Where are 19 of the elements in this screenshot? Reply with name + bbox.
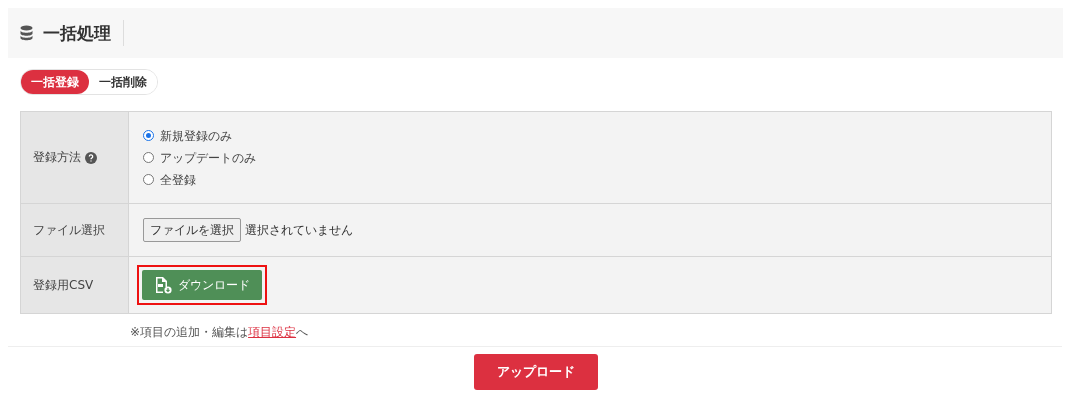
file-choose-button[interactable]: ファイルを選択 — [143, 218, 241, 242]
radio-button[interactable] — [143, 174, 154, 185]
radio-label: アップデートのみ — [160, 149, 256, 167]
database-icon — [20, 25, 33, 41]
upload-button[interactable]: アップロード — [473, 354, 598, 390]
csv-file-icon — [154, 276, 172, 294]
file-status: 選択されていません — [245, 221, 353, 239]
download-button[interactable]: ダウンロード — [142, 270, 262, 300]
radio-label: 全登録 — [160, 171, 196, 189]
radio-label: 新規登録のみ — [160, 127, 232, 145]
row-label: ファイル選択 — [33, 221, 105, 239]
row-label: 登録方法 — [33, 149, 81, 166]
settings-link[interactable]: 項目設定 — [248, 325, 297, 339]
radio-button[interactable] — [143, 152, 154, 163]
tab[interactable]: 一括登録 — [21, 70, 89, 94]
row-label: 登録用CSV — [33, 276, 94, 294]
radio-button[interactable] — [143, 130, 154, 141]
page-title: 一括処理 — [43, 20, 124, 46]
note-text: ※項目の追加・編集は項目設定へ — [130, 324, 310, 341]
